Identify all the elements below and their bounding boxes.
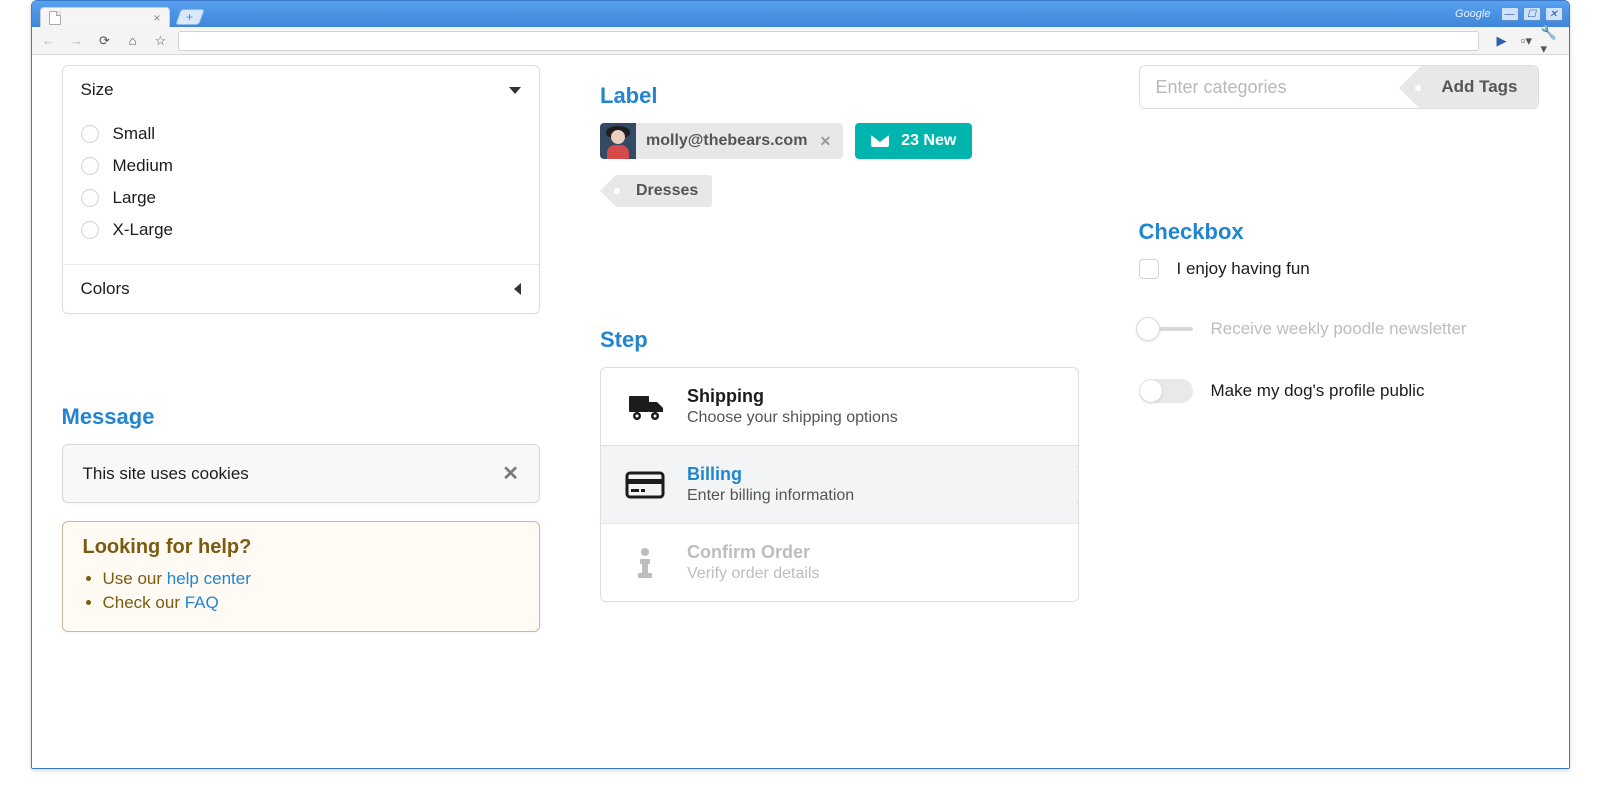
radio-option[interactable]: Medium (81, 150, 522, 182)
step-title: Billing (687, 464, 854, 485)
tag-label[interactable]: Dresses (616, 175, 712, 207)
image-label[interactable]: molly@thebears.com ✕ (600, 123, 843, 159)
warning-list-item: Use our help center (103, 567, 520, 591)
page-viewport: Size Small Medium (32, 55, 1569, 768)
caret-down-icon (509, 87, 521, 94)
tab-close-icon[interactable]: × (153, 11, 160, 25)
checkbox-row[interactable]: I enjoy having fun (1139, 259, 1539, 279)
bookmark-button[interactable]: ☆ (150, 31, 172, 51)
section-heading-message: Message (62, 404, 541, 430)
warning-list-item: Check our FAQ (103, 591, 520, 615)
page-icon (49, 11, 61, 25)
browser-tab[interactable]: × (40, 7, 170, 27)
new-count-text: 23 New (901, 132, 956, 150)
step-title: Shipping (687, 386, 898, 407)
wrench-icon[interactable]: 🔧▾ (1541, 31, 1563, 51)
credit-card-icon (625, 471, 665, 499)
slider-label: Receive weekly poodle newsletter (1211, 319, 1467, 339)
info-icon (625, 547, 665, 579)
browser-titlebar: × + Google — ☐ ✕ (32, 1, 1569, 27)
slider-row[interactable]: Receive weekly poodle newsletter (1139, 319, 1539, 339)
step-desc: Enter billing information (687, 487, 854, 505)
add-tags-button[interactable]: Add Tags (1421, 66, 1537, 108)
toggle-switch (1139, 379, 1193, 403)
section-heading-step: Step (600, 327, 1079, 353)
page-action-icon[interactable]: ▫▾ (1516, 31, 1538, 51)
step-title: Confirm Order (687, 542, 820, 563)
accordion-title-colors[interactable]: Colors (63, 265, 540, 313)
radio-icon (81, 189, 99, 207)
avatar (600, 123, 636, 159)
window-minimize-button[interactable]: — (1501, 7, 1519, 21)
step-desc: Verify order details (687, 565, 820, 583)
accordion-title-size[interactable]: Size (63, 66, 540, 114)
step-shipping[interactable]: Shipping Choose your shipping options (601, 368, 1078, 445)
middle-column: Label molly@thebears.com ✕ 23 New (600, 65, 1079, 632)
browser-toolbar: ← → ⟳ ⌂ ☆ ▶ ▫▾ 🔧▾ (32, 27, 1569, 55)
toggle-row[interactable]: Make my dog's profile public (1139, 379, 1539, 403)
step-confirm[interactable]: Confirm Order Verify order details (601, 523, 1078, 601)
back-button[interactable]: ← (38, 31, 60, 51)
radio-label: Small (113, 124, 156, 144)
new-tab-button[interactable]: + (175, 9, 205, 25)
accordion: Size Small Medium (62, 65, 541, 314)
radio-label: Medium (113, 156, 173, 176)
step-desc: Choose your shipping options (687, 409, 898, 427)
play-icon[interactable]: ▶ (1491, 31, 1513, 51)
delete-icon[interactable]: ✕ (817, 133, 843, 150)
message-text: This site uses cookies (83, 464, 249, 484)
home-button[interactable]: ⌂ (122, 31, 144, 51)
radio-label: X-Large (113, 220, 173, 240)
steps: Shipping Choose your shipping options Bi… (600, 367, 1079, 602)
radio-option[interactable]: X-Large (81, 214, 522, 246)
tag-input-group: Add Tags (1139, 65, 1539, 109)
left-column: Size Small Medium (62, 65, 541, 632)
warning-heading: Looking for help? (83, 536, 520, 559)
forward-button[interactable]: → (66, 31, 88, 51)
tab-strip: × + (40, 1, 202, 27)
image-label-text: molly@thebears.com (636, 132, 817, 150)
caret-left-icon (514, 283, 521, 295)
radio-icon (81, 157, 99, 175)
checkbox-label: I enjoy having fun (1177, 259, 1310, 279)
categories-input[interactable] (1140, 66, 1422, 108)
radio-label: Large (113, 188, 156, 208)
accordion-title-label: Colors (81, 279, 130, 299)
toggle-label: Make my dog's profile public (1211, 381, 1425, 401)
truck-icon (625, 392, 665, 422)
right-column: Add Tags Checkbox I enjoy having fun Rec… (1139, 65, 1539, 632)
warning-message: Looking for help? Use our help center Ch… (62, 521, 541, 632)
tag-label-text: Dresses (636, 182, 698, 200)
reload-button[interactable]: ⟳ (94, 31, 116, 51)
radio-icon (81, 221, 99, 239)
faq-link[interactable]: FAQ (185, 593, 219, 612)
checkbox-icon (1139, 259, 1159, 279)
address-bar[interactable] (178, 31, 1479, 51)
browser-window: × + Google — ☐ ✕ ← → ⟳ ⌂ ☆ ▶ ▫▾ 🔧▾ (31, 0, 1570, 769)
window-maximize-button[interactable]: ☐ (1523, 7, 1541, 21)
slider-toggle (1139, 320, 1193, 338)
step-billing[interactable]: Billing Enter billing information (601, 445, 1078, 523)
section-heading-checkbox: Checkbox (1139, 219, 1539, 245)
add-tags-label: Add Tags (1441, 77, 1517, 97)
window-close-button[interactable]: ✕ (1545, 7, 1563, 21)
help-center-link[interactable]: help center (167, 569, 251, 588)
accordion-title-label: Size (81, 80, 114, 100)
new-mail-label[interactable]: 23 New (855, 123, 972, 159)
radio-option[interactable]: Large (81, 182, 522, 214)
close-icon[interactable]: ✕ (502, 461, 519, 486)
mail-icon (871, 135, 889, 147)
accordion-content-size: Small Medium Large X-Large (63, 114, 540, 264)
browser-brand: Google (1455, 8, 1490, 20)
message-box: This site uses cookies ✕ (62, 444, 541, 503)
radio-icon (81, 125, 99, 143)
radio-option[interactable]: Small (81, 118, 522, 150)
section-heading-label: Label (600, 83, 1079, 109)
